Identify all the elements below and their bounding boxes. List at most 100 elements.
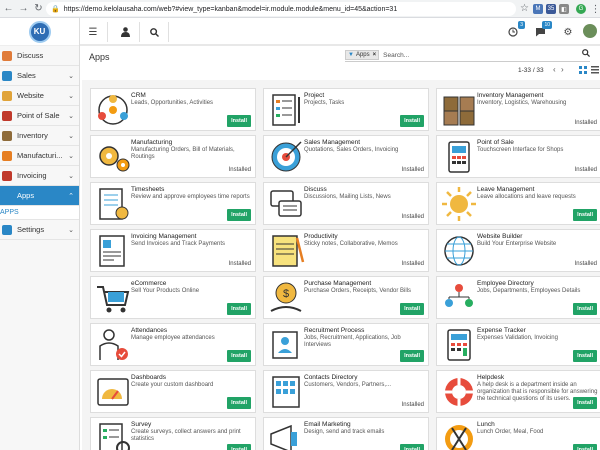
user-icon[interactable] xyxy=(117,24,133,40)
address-bar[interactable]: 🔒 https://demo.kelolausaha.com/web?#view… xyxy=(46,2,516,16)
app-card[interactable]: Leave Management Leave allocations and le… xyxy=(436,182,600,225)
install-button[interactable]: Install xyxy=(227,209,251,221)
back-icon[interactable]: ← xyxy=(2,2,15,16)
extension-badge-icon[interactable]: 35 xyxy=(546,4,556,14)
chevron-down-icon[interactable]: ⌄ xyxy=(68,152,74,160)
profile-icon[interactable]: G xyxy=(576,4,586,14)
install-button[interactable]: Install xyxy=(227,397,251,409)
app-card[interactable]: Timesheets Review and approve employees t… xyxy=(90,182,256,225)
chevron-down-icon[interactable]: ⌄ xyxy=(68,132,74,140)
activity-clock-icon[interactable]: 3 xyxy=(505,21,525,40)
app-card[interactable]: Sales Management Quotations, Sales Orders… xyxy=(263,135,429,178)
kanban-view-icon[interactable] xyxy=(579,66,587,74)
install-button[interactable]: Install xyxy=(400,115,424,127)
chevron-down-icon[interactable]: ⌄ xyxy=(68,226,74,234)
app-card[interactable]: Email Marketing Design, send and track em… xyxy=(263,417,429,450)
list-view-icon[interactable] xyxy=(591,66,599,74)
search-bar[interactable]: ▼ Apps × Search... xyxy=(345,49,590,62)
sidebar-item[interactable]: Apps ⌃ xyxy=(0,186,79,206)
reload-icon[interactable]: ↻ xyxy=(32,2,45,16)
sidebar-item-settings[interactable]: Settings ⌄ xyxy=(0,220,79,240)
install-button[interactable]: Install xyxy=(573,350,597,362)
app-name: Employee Directory xyxy=(477,280,534,287)
menu-app-icon xyxy=(2,70,12,81)
app-card[interactable]: Discuss Discussions, Mailing Lists, News I… xyxy=(263,182,429,225)
bookmark-star-icon[interactable]: ☆ xyxy=(520,3,529,14)
install-button[interactable]: Install xyxy=(227,115,251,127)
app-description: Build Your Enterprise Website xyxy=(477,241,557,247)
sidebar-item[interactable]: Point of Sale ⌄ xyxy=(0,106,79,126)
search-input[interactable]: Search... xyxy=(383,52,409,59)
app-card[interactable]: Survey Create surveys, collect answers an… xyxy=(90,417,256,450)
chevron-up-icon[interactable]: ⌃ xyxy=(68,192,74,200)
app-description: Discussions, Mailing Lists, News xyxy=(304,194,391,200)
app-card[interactable]: Contacts Directory Customers, Vendors, Pa… xyxy=(263,370,429,413)
sidebar-item[interactable]: Inventory ⌄ xyxy=(0,126,79,146)
install-button[interactable]: Install xyxy=(227,350,251,362)
install-button[interactable]: Install xyxy=(573,444,597,450)
extension-icon[interactable]: M xyxy=(533,4,543,14)
app-description: Leave allocations and leave requests xyxy=(477,194,576,200)
chevron-down-icon[interactable]: ⌄ xyxy=(68,92,74,100)
activity-badge: 3 xyxy=(518,21,525,29)
sidebar-item[interactable]: Website ⌄ xyxy=(0,86,79,106)
app-card[interactable]: Attendances Manage employee attendances In… xyxy=(90,323,256,366)
app-card[interactable]: Employee Directory Jobs, Departments, Emp… xyxy=(436,276,600,319)
app-card[interactable]: Recruitment Process Jobs, Recruitment, Ap… xyxy=(263,323,429,366)
sidebar-item[interactable]: Discuss xyxy=(0,46,79,66)
installed-label: Installed xyxy=(574,167,597,173)
install-button[interactable]: Install xyxy=(573,397,597,409)
pager-next-icon[interactable]: › xyxy=(561,65,564,74)
installed-label: Installed xyxy=(228,261,251,267)
app-card[interactable]: Expense Tracker Expenses Validation, Invo… xyxy=(436,323,600,366)
install-button[interactable]: Install xyxy=(400,444,424,450)
settings-gear-icon[interactable]: ⚙ xyxy=(560,24,576,40)
app-card[interactable]: Lunch Lunch Order, Meal, Food Install xyxy=(436,417,600,450)
pager-previous-icon[interactable]: ‹ xyxy=(553,65,556,74)
forward-icon[interactable]: → xyxy=(17,2,30,16)
app-card[interactable]: Project Projects, Tasks Install xyxy=(263,88,429,131)
install-button[interactable]: Install xyxy=(573,303,597,315)
app-name: Contacts Directory xyxy=(304,374,358,381)
app-card[interactable]: Inventory Management Inventory, Logistics… xyxy=(436,88,600,131)
sidebar-item-label: Inventory xyxy=(17,131,48,140)
page-title: Apps xyxy=(89,52,110,62)
chevron-down-icon[interactable]: ⌄ xyxy=(68,72,74,80)
messages-badge: 10 xyxy=(542,21,552,29)
app-card[interactable]: Dashboards Create your custom dashboard In… xyxy=(90,370,256,413)
browser-menu-icon[interactable]: ⋮ xyxy=(589,2,600,16)
facet-label: Apps xyxy=(355,52,370,58)
sidebar-item[interactable]: Manufacturi... ⌄ xyxy=(0,146,79,166)
install-button[interactable]: Install xyxy=(227,303,251,315)
app-card[interactable]: $ Purchase Management Purchase Orders, Rec… xyxy=(263,276,429,319)
app-description: Design, send and track emails xyxy=(304,429,385,435)
logo-mark: KU xyxy=(28,20,51,43)
app-card[interactable]: Website Builder Build Your Enterprise Web… xyxy=(436,229,600,272)
app-card[interactable]: CRM Leads, Opportunities, Activities Insta… xyxy=(90,88,256,131)
app-card[interactable]: Helpdesk A help desk is a department insi… xyxy=(436,370,600,413)
search-icon[interactable] xyxy=(146,24,162,40)
app-card[interactable]: Productivity Sticky notes, Collaborative,… xyxy=(263,229,429,272)
remove-facet-icon[interactable]: × xyxy=(373,52,377,58)
chevron-down-icon[interactable]: ⌄ xyxy=(68,172,74,180)
chevron-down-icon[interactable]: ⌄ xyxy=(68,112,74,120)
install-button[interactable]: Install xyxy=(400,350,424,362)
hamburger-menu-icon[interactable]: ☰ xyxy=(85,24,101,40)
search-submit-icon[interactable] xyxy=(582,49,590,59)
install-button[interactable]: Install xyxy=(227,444,251,450)
install-button[interactable]: Install xyxy=(400,303,424,315)
install-button[interactable]: Install xyxy=(573,209,597,221)
sidebar-item[interactable]: Invoicing ⌄ xyxy=(0,166,79,186)
sidebar-item[interactable]: Sales ⌄ xyxy=(0,66,79,86)
logo[interactable]: KU xyxy=(0,18,79,46)
extension-badge: 35 xyxy=(547,6,555,12)
app-card[interactable]: eCommerce Sell Your Products Online Instal… xyxy=(90,276,256,319)
submenu-apps[interactable]: APPS xyxy=(0,206,79,220)
app-card[interactable]: Point of Sale Touchscreen Interface for S… xyxy=(436,135,600,178)
pager-value[interactable]: 1-33 / 33 xyxy=(518,67,544,74)
messages-icon[interactable]: 10 xyxy=(532,21,552,40)
user-avatar[interactable] xyxy=(583,24,597,38)
extension-icon[interactable]: ◧ xyxy=(559,4,569,14)
app-card[interactable]: Manufacturing Manufacturing Orders, Bill … xyxy=(90,135,256,178)
app-card[interactable]: Invoicing Management Send Invoices and Tr… xyxy=(90,229,256,272)
